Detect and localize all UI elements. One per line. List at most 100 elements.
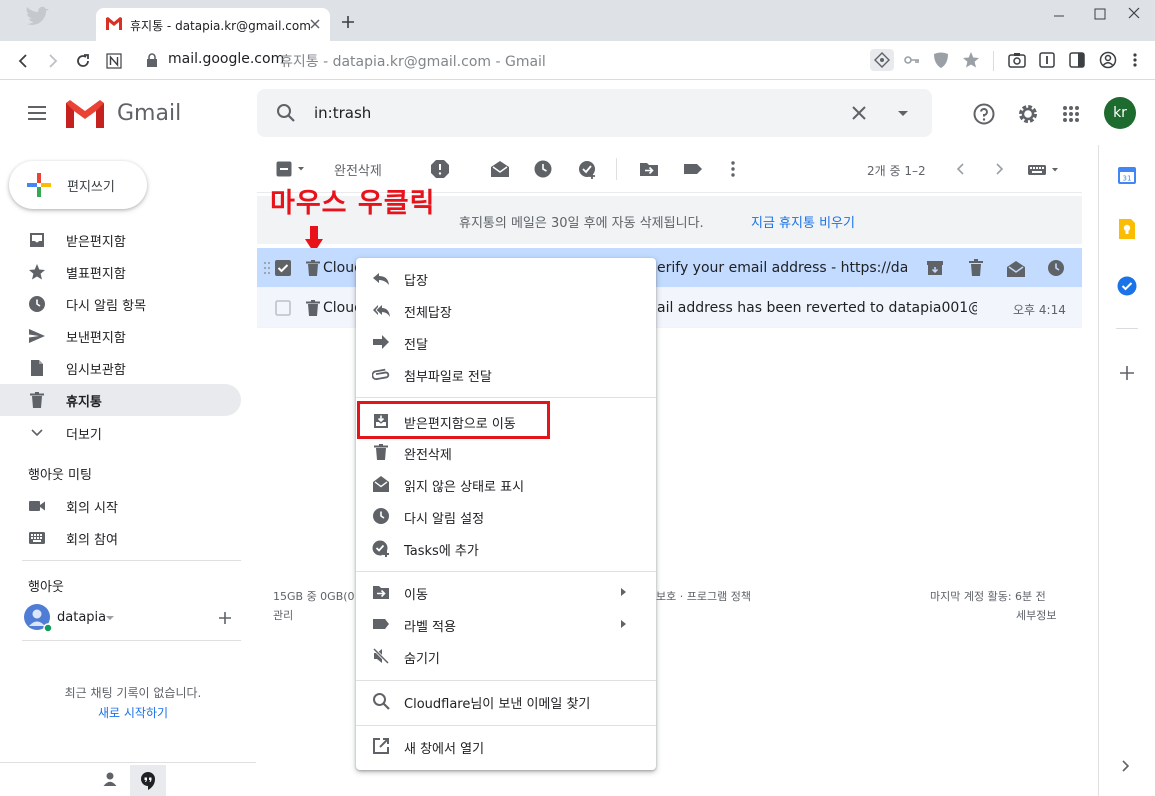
drag-handle-icon[interactable] <box>263 261 271 275</box>
sidebar-item[interactable]: 다시 알림 항목 <box>0 288 241 320</box>
help-icon[interactable] <box>973 103 995 125</box>
maximize-window-icon[interactable] <box>1092 6 1108 22</box>
tasks-icon[interactable] <box>1117 276 1137 296</box>
main-menu-icon[interactable] <box>27 105 47 121</box>
context-menu-item[interactable]: 전달 <box>356 326 656 358</box>
start-new-chat-link[interactable]: 새로 시작하기 <box>0 704 266 721</box>
context-menu-item[interactable]: 새 창에서 열기 <box>356 730 656 762</box>
delete-row-icon[interactable] <box>969 259 983 277</box>
forward-icon[interactable] <box>42 50 64 72</box>
status-dropdown-icon[interactable] <box>106 616 114 621</box>
hangouts-user-avatar[interactable] <box>24 604 52 632</box>
context-menu-item[interactable]: Cloudflare님이 보낸 이메일 찾기 <box>356 685 656 717</box>
mark-unread-toolbar-icon[interactable] <box>490 159 510 179</box>
mark-unread-row-icon[interactable] <box>1006 260 1026 278</box>
trashed-email-icon <box>306 300 320 316</box>
browser-tab-strip: 휴지통 - datapia.kr@gmail.com <box>0 0 1155 41</box>
hangouts-username[interactable]: datapia <box>57 610 106 625</box>
sidepanel-icon[interactable] <box>1069 52 1085 68</box>
context-menu-item[interactable]: 완전삭제 <box>356 436 656 468</box>
manage-storage-link[interactable]: 관리 <box>273 607 293 623</box>
context-menu-item[interactable]: 전체답장 <box>356 294 656 326</box>
program-policies-link[interactable]: 보호 · 프로그램 정책 <box>656 588 751 604</box>
profile-icon[interactable] <box>1099 51 1117 69</box>
apps-grid-icon[interactable] <box>1062 105 1080 123</box>
browser-tab[interactable]: 휴지통 - datapia.kr@gmail.com <box>96 8 330 41</box>
sidebar-item[interactable]: 임시보관함 <box>0 352 241 384</box>
settings-gear-icon[interactable] <box>1017 103 1039 125</box>
gmail-logo-icon[interactable] <box>66 100 104 128</box>
account-avatar[interactable]: kr <box>1104 97 1136 129</box>
snooze-toolbar-icon[interactable] <box>533 159 553 179</box>
sidebar-item[interactable]: 별표편지함 <box>0 256 241 288</box>
reader-icon[interactable] <box>1039 52 1055 68</box>
minimize-window-icon[interactable] <box>1051 8 1067 24</box>
row-checkbox[interactable] <box>275 300 291 316</box>
twitter-bird-icon <box>22 6 56 32</box>
sidebar-item[interactable]: 휴지통 <box>0 384 241 416</box>
hangouts-tab[interactable] <box>130 765 166 796</box>
camera-icon[interactable] <box>1008 52 1026 68</box>
context-menu-item[interactable]: Tasks에 추가 <box>356 532 656 564</box>
newer-page-icon[interactable] <box>955 163 965 175</box>
calendar-icon[interactable]: 31 <box>1117 165 1137 185</box>
more-actions-icon[interactable] <box>723 159 743 179</box>
back-icon[interactable] <box>12 50 34 72</box>
expand-panel-icon[interactable] <box>1122 760 1130 772</box>
close-tab-icon[interactable] <box>308 17 322 31</box>
search-bar[interactable]: in:trash <box>257 89 932 137</box>
context-menu-item[interactable]: 라벨 적용 <box>356 608 656 640</box>
meet-item[interactable]: 회의 시작 <box>0 490 241 522</box>
url-page-title[interactable]: 휴지통 - datapia.kr@gmail.com - Gmail <box>280 51 546 71</box>
meet-item[interactable]: 회의 참여 <box>0 522 241 554</box>
forward-icon <box>372 333 390 351</box>
gmail-header: Gmail in:trash kr <box>0 81 1155 145</box>
contacts-person-icon[interactable] <box>102 771 118 787</box>
reload-icon[interactable] <box>72 50 94 72</box>
move-to-toolbar-icon[interactable] <box>639 159 659 179</box>
compose-button[interactable]: 편지쓰기 <box>9 161 147 209</box>
url-host[interactable]: mail.google.com <box>168 51 284 67</box>
browser-menu-icon[interactable] <box>1130 52 1140 68</box>
search-options-icon[interactable] <box>897 110 909 118</box>
context-menu-item[interactable]: 첨부파일로 전달 <box>356 358 656 390</box>
add-to-tasks-toolbar-icon[interactable] <box>578 159 598 179</box>
report-spam-icon[interactable] <box>430 159 450 179</box>
add-chat-icon[interactable] <box>218 611 232 625</box>
sidebar-item[interactable]: 받은편지함 <box>0 224 241 256</box>
older-page-icon[interactable] <box>995 163 1005 175</box>
context-menu-item[interactable]: 답장 <box>356 262 656 294</box>
new-tab-icon[interactable] <box>340 14 356 30</box>
trash-banner-text: 휴지통의 메일은 30일 후에 자동 삭제됩니다. <box>459 216 704 231</box>
sidebar-item[interactable]: 보낸편지함 <box>0 320 241 352</box>
row-checkbox-checked[interactable] <box>275 260 291 276</box>
key-icon[interactable] <box>904 53 920 67</box>
delete-forever-button[interactable]: 완전삭제 <box>334 160 382 179</box>
context-menu-item[interactable]: 다시 알림 설정 <box>356 500 656 532</box>
clock-icon <box>372 507 390 525</box>
keep-icon[interactable] <box>1118 219 1136 239</box>
context-menu-item[interactable]: 읽지 않은 상태로 표시 <box>356 468 656 500</box>
input-tools-keyboard-icon[interactable] <box>1028 163 1062 177</box>
select-all-checkbox[interactable] <box>276 161 306 177</box>
context-menu-item[interactable]: 숨기기 <box>356 640 656 672</box>
n-extension-icon[interactable] <box>103 50 125 72</box>
get-addons-plus-icon[interactable] <box>1120 366 1134 380</box>
submenu-arrow-icon <box>621 620 626 628</box>
bookmark-star-icon[interactable] <box>962 51 980 69</box>
close-window-icon[interactable] <box>1126 5 1142 21</box>
clear-search-icon[interactable] <box>851 105 867 121</box>
labels-toolbar-icon[interactable] <box>683 159 703 179</box>
sidebar-item[interactable]: 더보기 <box>0 417 241 449</box>
context-menu-item[interactable]: 이동 <box>356 576 656 608</box>
empty-trash-link[interactable]: 지금 휴지통 비우기 <box>751 212 855 231</box>
search-input[interactable]: in:trash <box>314 104 371 122</box>
translate-icon[interactable] <box>870 49 894 71</box>
archive-row-icon[interactable] <box>926 259 944 277</box>
sidebar-item-label: 받은편지함 <box>66 235 126 250</box>
search-icon[interactable] <box>276 103 296 123</box>
shield-extension-icon[interactable] <box>932 51 950 69</box>
activity-details-link[interactable]: 세부정보 <box>1016 607 1056 623</box>
context-menu-item-label: 답장 <box>404 274 428 289</box>
snooze-row-icon[interactable] <box>1047 259 1065 277</box>
